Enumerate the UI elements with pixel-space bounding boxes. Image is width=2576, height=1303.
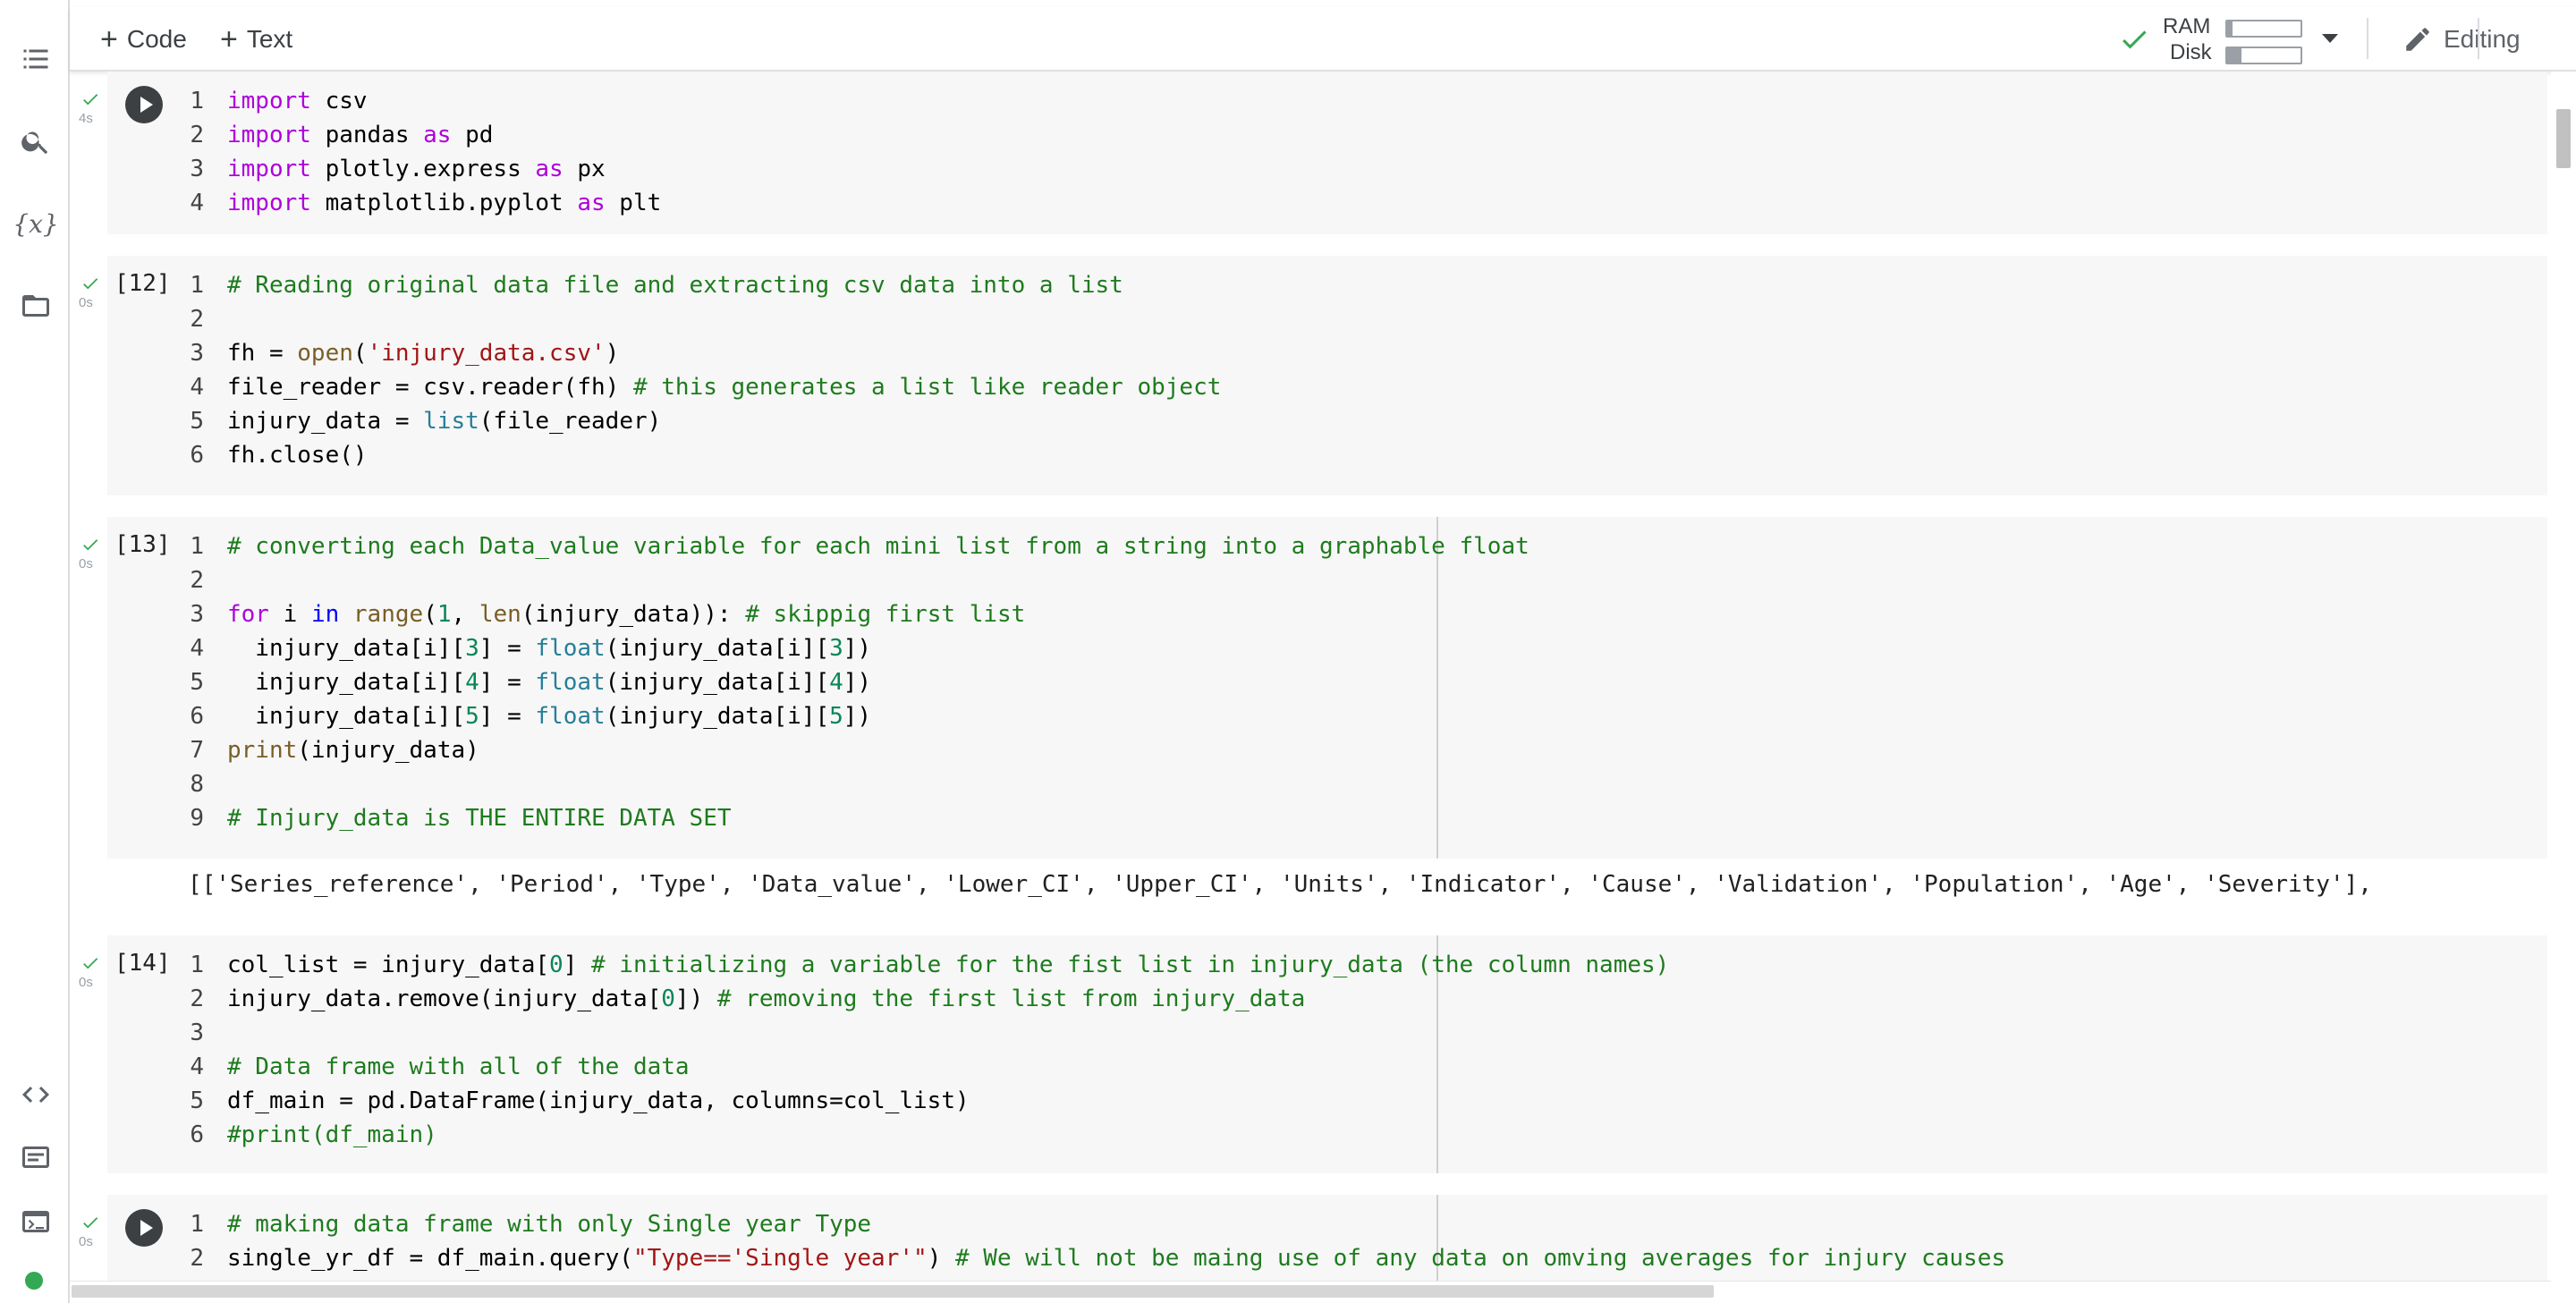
code-snippets-icon[interactable] — [16, 1075, 55, 1114]
check-icon — [83, 958, 98, 969]
disk-label: Disk — [2170, 40, 2212, 64]
code-cell[interactable]: 0s [13] 1 # converting each Data_value va… — [79, 517, 2547, 859]
ram-usage-bar — [2225, 20, 2302, 38]
horizontal-scroll-thumb[interactable] — [72, 1285, 1714, 1298]
variables-glyph: {x} — [13, 208, 59, 239]
add-text-label: Text — [246, 25, 293, 53]
editing-mode-button[interactable]: Editing — [2402, 20, 2521, 59]
pencil-icon — [2406, 28, 2429, 51]
execution-count: [14] — [114, 950, 171, 977]
code-editor[interactable]: 1 import csv 2 import pandas as pd 3 import… — [170, 84, 661, 220]
resource-monitor[interactable]: RAM Disk — [2118, 11, 2333, 64]
code-editor[interactable]: 1 # converting each Data_value variable f… — [170, 529, 1529, 835]
cell-output: [['Series_reference', 'Period', 'Type', … — [72, 859, 2549, 923]
notebook-cells: 4s 1 import csv 2 import pandas as pd 3 imp… — [72, 72, 2549, 1281]
left-sidebar: {x} — [0, 0, 70, 1303]
execution-time: 0s — [79, 556, 93, 571]
runtime-status-indicator — [25, 1272, 43, 1290]
execution-time: 0s — [79, 295, 93, 310]
code-editor[interactable]: 1 col_list = injury_data[0] # initializin… — [170, 948, 1669, 1152]
toolbar-divider — [2478, 18, 2479, 59]
run-cell-button[interactable] — [125, 1209, 163, 1247]
chevron-up-icon[interactable] — [2569, 23, 2576, 59]
add-text-cell-button[interactable]: + Text — [220, 20, 292, 59]
execution-count: [13] — [114, 531, 171, 558]
editing-label: Editing — [2444, 25, 2521, 53]
ram-label: RAM — [2163, 14, 2211, 38]
connected-check-icon — [2123, 30, 2147, 49]
execution-count: [12] — [114, 270, 171, 297]
vertical-scroll-thumb[interactable] — [2556, 109, 2571, 168]
execution-time: 0s — [79, 975, 93, 990]
disk-usage-bar — [2225, 47, 2302, 64]
code-editor[interactable]: 1 # making data frame with only Single ye… — [170, 1207, 2005, 1275]
code-editor[interactable]: 1 # Reading original data file and extrac… — [170, 268, 1221, 472]
check-icon — [83, 94, 98, 106]
code-cell[interactable]: 0s [14] 1 col_list = injury_data[0] # ini… — [79, 935, 2547, 1173]
variables-icon[interactable]: {x} — [13, 204, 59, 243]
table-of-contents-icon[interactable] — [16, 39, 55, 79]
vertical-scrollbar[interactable] — [2551, 72, 2576, 1281]
execution-time: 4s — [79, 111, 93, 126]
run-cell-button[interactable] — [125, 86, 163, 123]
check-icon — [83, 278, 98, 290]
code-cell[interactable]: 4s 1 import csv 2 import pandas as pd 3 imp… — [79, 72, 2547, 234]
notebook-toolbar: + Code + Text RAM Disk Editing — [70, 7, 2576, 72]
code-cell[interactable]: 0s 1 # making data frame with only Single… — [79, 1195, 2547, 1281]
check-icon — [83, 539, 98, 551]
output-text: [['Series_reference', 'Period', 'Type', … — [188, 871, 2372, 898]
search-icon[interactable] — [16, 122, 55, 161]
command-palette-icon[interactable] — [16, 1138, 55, 1177]
check-icon — [83, 1217, 98, 1229]
add-code-label: Code — [126, 25, 187, 53]
execution-time: 0s — [79, 1234, 93, 1249]
chevron-down-icon[interactable] — [2322, 34, 2338, 43]
folder-icon[interactable] — [16, 286, 55, 326]
horizontal-scrollbar[interactable] — [70, 1281, 2551, 1301]
code-cell[interactable]: 0s [12] 1 # Reading original data file an… — [79, 256, 2547, 495]
toolbar-divider — [2367, 18, 2368, 59]
add-code-cell-button[interactable]: + Code — [100, 20, 187, 59]
plus-icon: + — [220, 21, 238, 56]
plus-icon: + — [100, 21, 118, 56]
terminal-icon[interactable] — [16, 1202, 55, 1241]
